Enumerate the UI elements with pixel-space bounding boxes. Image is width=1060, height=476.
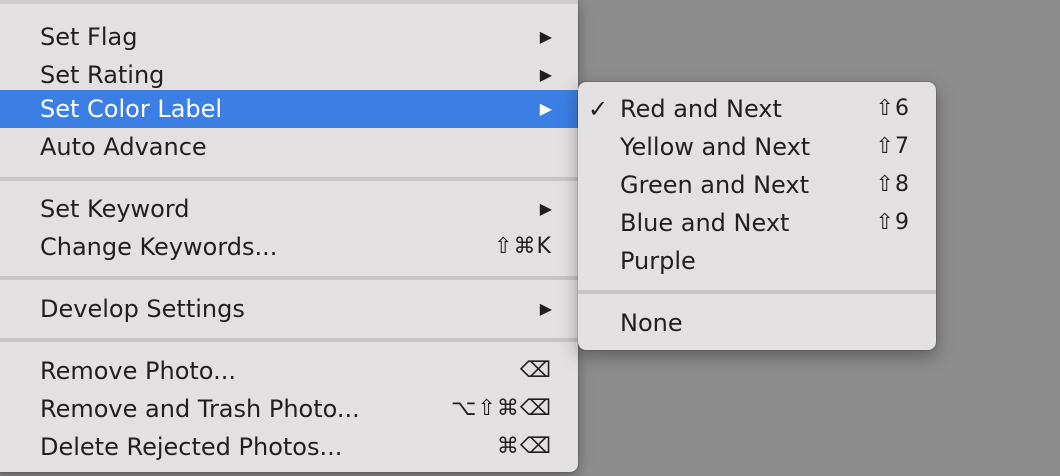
keyboard-shortcut: ⇧8 (875, 172, 910, 197)
submenu-item-blue-and-next[interactable]: Blue and Next ⇧9 (578, 204, 936, 242)
menu-item-label: Set Rating (40, 61, 165, 89)
menu-separator (0, 177, 578, 181)
menu-item-label: None (620, 309, 683, 337)
menu-item-develop-settings[interactable]: Develop Settings ▶ (0, 290, 578, 328)
submenu-item-red-and-next[interactable]: ✓ Red and Next ⇧6 (578, 90, 936, 128)
menu-item-label: Red and Next (620, 95, 782, 123)
menu-item-set-rating[interactable]: Set Rating ▶ (0, 56, 578, 94)
menu-item-label: Remove Photo... (40, 357, 236, 385)
submenu-arrow-icon: ▶ (539, 65, 552, 84)
keyboard-shortcut: ⌫ (519, 358, 552, 383)
submenu-item-yellow-and-next[interactable]: Yellow and Next ⇧7 (578, 128, 936, 166)
menu-item-label: Yellow and Next (620, 133, 811, 161)
menu-item-label: Purple (620, 247, 696, 275)
menu-item-remove-photo[interactable]: Remove Photo... ⌫ (0, 352, 578, 390)
main-menu: Set Flag ▶ Set Rating ▶ Set Color Label … (0, 0, 578, 472)
menu-item-label: Delete Rejected Photos... (40, 433, 343, 461)
menu-item-label: Remove and Trash Photo... (40, 395, 360, 423)
submenu-arrow-icon: ▶ (539, 299, 552, 318)
submenu-arrow-icon: ▶ (539, 27, 552, 46)
submenu-item-none[interactable]: None (578, 304, 936, 342)
menu-separator (0, 338, 578, 342)
menu-item-set-keyword[interactable]: Set Keyword ▶ (0, 190, 578, 228)
menu-item-remove-and-trash-photo[interactable]: Remove and Trash Photo... ⌥⇧⌘⌫ (0, 390, 578, 428)
menu-item-set-flag[interactable]: Set Flag ▶ (0, 18, 578, 56)
menu-item-label: Change Keywords... (40, 233, 278, 261)
menu-item-label: Blue and Next (620, 209, 790, 237)
menu-item-delete-rejected-photos[interactable]: Delete Rejected Photos... ⌘⌫ (0, 428, 578, 466)
menu-item-label: Set Color Label (40, 95, 223, 123)
menu-separator (578, 290, 936, 294)
menu-item-change-keywords[interactable]: Change Keywords... ⇧⌘K (0, 228, 578, 266)
keyboard-shortcut: ⇧6 (875, 96, 910, 121)
submenu-item-purple[interactable]: Purple (578, 242, 936, 280)
keyboard-shortcut: ⌥⇧⌘⌫ (451, 396, 552, 421)
menu-item-label: Set Flag (40, 23, 138, 51)
checkmark-icon: ✓ (588, 95, 609, 123)
submenu-arrow-icon: ▶ (539, 99, 552, 118)
keyboard-shortcut: ⇧7 (875, 134, 910, 159)
menu-item-label: Set Keyword (40, 195, 190, 223)
color-label-submenu: ✓ Red and Next ⇧6 Yellow and Next ⇧7 Gre… (578, 82, 936, 350)
menu-separator (0, 276, 578, 280)
menu-item-set-color-label[interactable]: Set Color Label ▶ (0, 90, 578, 128)
menu-item-label: Auto Advance (40, 133, 207, 161)
menu-item-label: Develop Settings (40, 295, 245, 323)
keyboard-shortcut: ⇧9 (875, 210, 910, 235)
menu-item-auto-advance[interactable]: Auto Advance (0, 128, 578, 166)
keyboard-shortcut: ⌘⌫ (496, 434, 552, 459)
menu-item-label: Green and Next (620, 171, 809, 199)
submenu-arrow-icon: ▶ (539, 199, 552, 218)
keyboard-shortcut: ⇧⌘K (494, 234, 552, 259)
submenu-item-green-and-next[interactable]: Green and Next ⇧8 (578, 166, 936, 204)
